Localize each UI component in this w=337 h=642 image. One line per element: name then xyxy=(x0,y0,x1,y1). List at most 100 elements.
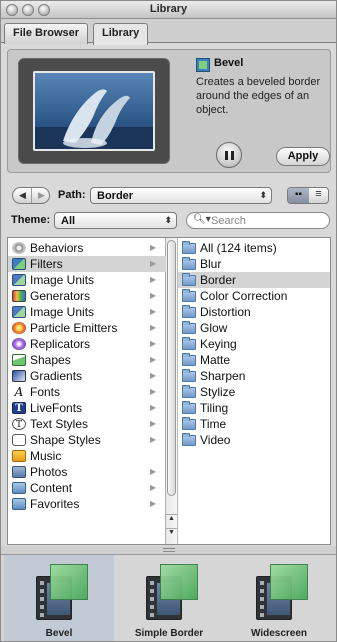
subfolder-label: Distortion xyxy=(200,305,251,319)
category-item[interactable]: Photos ▶ xyxy=(8,464,166,480)
image-units-icon xyxy=(12,274,26,286)
folder-icon xyxy=(182,305,196,318)
category-item[interactable]: Content ▶ xyxy=(8,480,166,496)
category-item[interactable]: Shape Styles ▶ xyxy=(8,432,166,448)
subfolder-item[interactable]: Stylize xyxy=(178,384,330,400)
subfolder-item[interactable]: Border xyxy=(178,272,330,288)
forward-arrow-icon[interactable]: ▶ xyxy=(32,188,51,203)
path-label: Path: xyxy=(58,189,86,201)
subfolder-item[interactable]: Blur xyxy=(178,256,330,272)
category-item[interactable]: Music xyxy=(8,448,166,464)
subfolder-item[interactable]: Color Correction xyxy=(178,288,330,304)
disclosure-arrow-icon: ▶ xyxy=(150,291,157,300)
scroll-up-arrow-icon[interactable]: ▲ xyxy=(166,514,177,528)
category-label: Image Units xyxy=(30,305,95,319)
category-label: Music xyxy=(30,449,62,463)
disclosure-arrow-icon: ▶ xyxy=(150,371,157,380)
subfolder-item[interactable]: All (124 items) xyxy=(178,240,330,256)
apply-button[interactable]: Apply xyxy=(276,147,330,166)
scroll-thumb[interactable] xyxy=(167,240,176,496)
icon-view-icon[interactable]: ▪▪ xyxy=(288,188,309,203)
folder-icon xyxy=(182,385,196,398)
filters-icon xyxy=(12,258,26,270)
subfolder-item[interactable]: Time xyxy=(178,416,330,432)
subfolder-item[interactable]: Matte xyxy=(178,352,330,368)
category-item[interactable]: T LiveFonts ▶ xyxy=(8,400,166,416)
tab-library[interactable]: Library xyxy=(93,23,149,45)
subfolder-label: Sharpen xyxy=(200,369,246,383)
preset-thumbnail-icon xyxy=(36,564,88,620)
search-field[interactable]: 🔍︎▾ xyxy=(186,212,330,229)
splitter-grip-icon[interactable] xyxy=(163,548,175,552)
category-item[interactable]: Filters ▶ xyxy=(8,256,166,272)
category-label: Favorites xyxy=(30,497,80,511)
folder-icon xyxy=(182,257,196,270)
disclosure-arrow-icon: ▶ xyxy=(150,435,157,444)
tab-bar: File Browser Library xyxy=(1,19,336,45)
subfolder-item[interactable]: Keying xyxy=(178,336,330,352)
category-scrollbar[interactable]: ▲ ▼ xyxy=(166,238,178,544)
preset-item[interactable]: Widescreen xyxy=(224,555,334,641)
category-item[interactable]: Gradients ▶ xyxy=(8,368,166,384)
subfolder-item[interactable]: Sharpen xyxy=(178,368,330,384)
category-label: Generators xyxy=(30,289,91,303)
disclosure-arrow-icon: ▶ xyxy=(150,467,157,476)
disclosure-arrow-icon: ▶ xyxy=(150,259,157,268)
path-value: Border xyxy=(97,190,134,202)
subfolder-item[interactable]: Distortion xyxy=(178,304,330,320)
shape-styles-icon xyxy=(12,434,26,446)
pause-icon-bar xyxy=(231,151,234,160)
category-item[interactable]: Image Units ▶ xyxy=(8,304,166,320)
preset-item[interactable]: Simple Border xyxy=(114,555,224,641)
category-item[interactable]: T Text Styles ▶ xyxy=(8,416,166,432)
category-item[interactable]: Generators ▶ xyxy=(8,288,166,304)
subfolder-label: Time xyxy=(200,417,227,431)
disclosure-arrow-icon: ▶ xyxy=(150,323,157,332)
list-view-icon[interactable]: ≡ xyxy=(309,188,328,203)
preset-label: Simple Border xyxy=(134,628,204,639)
disclosure-arrow-icon: ▶ xyxy=(150,307,157,316)
replicators-icon xyxy=(12,338,26,350)
scroll-down-arrow-icon[interactable]: ▼ xyxy=(166,528,177,542)
category-item[interactable]: Particle Emitters ▶ xyxy=(8,320,166,336)
popup-arrows-icon: ⬍ xyxy=(259,190,267,200)
subfolder-item[interactable]: Tiling xyxy=(178,400,330,416)
category-item[interactable]: Replicators ▶ xyxy=(8,336,166,352)
category-label: Shapes xyxy=(30,353,71,367)
subfolder-list: All (124 items) Blur Border Color Correctio… xyxy=(178,238,330,544)
category-item[interactable]: Shapes ▶ xyxy=(8,352,166,368)
item-description: Creates a beveled border around the edge… xyxy=(196,76,321,116)
theme-value: All xyxy=(61,215,76,227)
preset-item[interactable]: Bevel xyxy=(4,555,114,641)
pause-button[interactable] xyxy=(216,142,242,168)
category-item[interactable]: Behaviors ▶ xyxy=(8,240,166,256)
category-label: Gradients xyxy=(30,369,83,383)
image-units-icon xyxy=(12,306,26,318)
pane-splitter[interactable] xyxy=(1,546,336,554)
disclosure-arrow-icon: ▶ xyxy=(150,339,157,348)
category-label: Behaviors xyxy=(30,241,84,255)
tab-file-browser[interactable]: File Browser xyxy=(4,23,89,44)
category-list: Behaviors ▶ Filters ▶ Image Units ▶ Generators… xyxy=(8,238,166,544)
view-mode-control: ▪▪ ≡ xyxy=(287,187,329,204)
subfolder-label: Matte xyxy=(200,353,231,367)
category-item[interactable]: Favorites ▶ xyxy=(8,496,166,512)
subfolder-item[interactable]: Glow xyxy=(178,320,330,336)
category-item[interactable]: A Fonts ▶ xyxy=(8,384,166,400)
category-item[interactable]: Image Units ▶ xyxy=(8,272,166,288)
subfolder-label: All (124 items) xyxy=(200,241,277,255)
path-popup[interactable]: Border ⬍ xyxy=(90,187,272,204)
folder-icon xyxy=(182,433,196,446)
back-arrow-icon[interactable]: ◀ xyxy=(13,188,32,203)
folder-icon xyxy=(182,369,196,382)
subfolder-label: Video xyxy=(200,433,231,447)
category-label: Photos xyxy=(30,465,68,479)
folder-icon xyxy=(182,289,196,302)
theme-popup[interactable]: All ⬍ xyxy=(54,212,177,229)
shapes-icon xyxy=(12,354,26,366)
back-forward-control: ◀ ▶ xyxy=(12,187,50,204)
subfolder-label: Color Correction xyxy=(200,289,288,303)
preview-thumbnail-frame xyxy=(18,58,170,164)
search-input[interactable] xyxy=(211,214,323,227)
subfolder-item[interactable]: Video xyxy=(178,432,330,448)
